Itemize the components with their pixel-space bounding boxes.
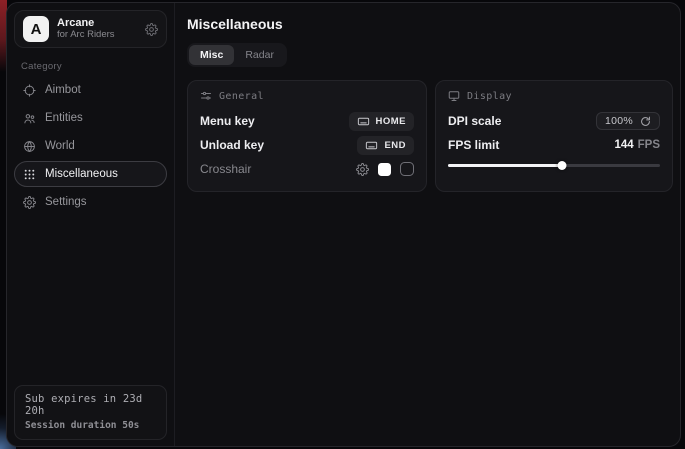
dpi-scale-row: DPI scale 100% (448, 109, 660, 133)
brand-logo: A (23, 16, 49, 42)
sub-expiry-text: Sub expires in 23d 20h (25, 393, 156, 417)
menu-key-bind-button[interactable]: HOME (349, 112, 415, 131)
crosshair-label: Crosshair (200, 162, 251, 176)
keyboard-icon (357, 115, 370, 128)
fps-limit-label: FPS limit (448, 138, 499, 152)
display-card-header: Display (448, 90, 660, 102)
sliders-icon (200, 90, 212, 102)
dpi-scale-selector[interactable]: 100% (596, 112, 660, 130)
sidebar-item-aimbot[interactable]: Aimbot (14, 77, 167, 103)
globe-icon (23, 140, 36, 153)
fps-limit-row: FPS limit 144 FPS (448, 133, 660, 157)
brand-text: Arcane for Arc Riders (57, 17, 137, 41)
unload-key-row: Unload key END (200, 133, 414, 157)
crosshair-controls (356, 162, 414, 176)
general-card-title: General (219, 91, 264, 102)
sidebar-item-world[interactable]: World (14, 133, 167, 159)
sidebar-item-entities[interactable]: Entities (14, 105, 167, 131)
crosshair-color-swatch[interactable] (378, 163, 391, 176)
tab-bar: Misc Radar (187, 43, 287, 67)
menu-key-label: Menu key (200, 114, 255, 128)
session-duration-text: Session duration 50s (25, 420, 156, 431)
sidebar-item-label: World (45, 140, 75, 152)
category-label: Category (21, 61, 174, 72)
general-card: General Menu key HOME Unload key (187, 80, 427, 192)
app-window: A Arcane for Arc Riders Category Aimbot (6, 2, 681, 447)
dpi-scale-value: 100% (605, 115, 633, 127)
tab-misc[interactable]: Misc (189, 45, 234, 65)
tab-radar[interactable]: Radar (234, 45, 285, 65)
fps-limit-slider[interactable] (448, 159, 660, 171)
cards-row: General Menu key HOME Unload key (187, 80, 673, 192)
sidebar-item-label: Aimbot (45, 84, 81, 96)
fps-unit: FPS (638, 139, 660, 151)
unload-key-bind-button[interactable]: END (357, 136, 414, 155)
fps-number: 144 (614, 139, 633, 151)
general-card-header: General (200, 90, 414, 102)
sidebar-item-label: Miscellaneous (45, 168, 118, 180)
sidebar-item-miscellaneous[interactable]: Miscellaneous (14, 161, 167, 187)
brand-title: Arcane (57, 17, 137, 30)
monitor-icon (448, 90, 460, 102)
menu-key-row: Menu key HOME (200, 109, 414, 133)
subscription-info-box: Sub expires in 23d 20h Session duration … (14, 385, 167, 440)
sidebar-item-settings[interactable]: Settings (14, 189, 167, 215)
display-card-title: Display (467, 91, 512, 102)
dpi-scale-label: DPI scale (448, 114, 501, 128)
cycle-icon (640, 116, 651, 127)
brand-subtitle: for Arc Riders (57, 30, 137, 41)
grid-icon (23, 168, 36, 181)
entities-icon (23, 112, 36, 125)
display-card: Display DPI scale 100% FPS limit 144 FPS (435, 80, 673, 192)
crosshair-row: Crosshair (200, 157, 414, 181)
crosshair-checkbox[interactable] (400, 162, 414, 176)
page-title: Miscellaneous (187, 16, 673, 32)
fps-limit-value: 144 FPS (614, 139, 660, 151)
brand-header: A Arcane for Arc Riders (14, 10, 167, 48)
sidebar-nav: Aimbot Entities World Miscellaneous (7, 77, 174, 215)
crosshair-settings-gear-icon[interactable] (356, 163, 369, 176)
keyboard-icon (365, 139, 378, 152)
main-content: Miscellaneous Misc Radar General Menu ke… (175, 3, 681, 446)
sidebar-item-label: Settings (45, 196, 87, 208)
unload-key-value: END (384, 140, 406, 151)
gear-icon (23, 196, 36, 209)
unload-key-label: Unload key (200, 138, 264, 152)
crosshair-icon (23, 84, 36, 97)
sidebar-item-label: Entities (45, 112, 83, 124)
slider-thumb[interactable] (558, 161, 567, 170)
brand-gear-icon[interactable] (145, 23, 158, 36)
sidebar: A Arcane for Arc Riders Category Aimbot (7, 3, 175, 446)
slider-fill (448, 164, 562, 167)
menu-key-value: HOME (376, 116, 407, 127)
